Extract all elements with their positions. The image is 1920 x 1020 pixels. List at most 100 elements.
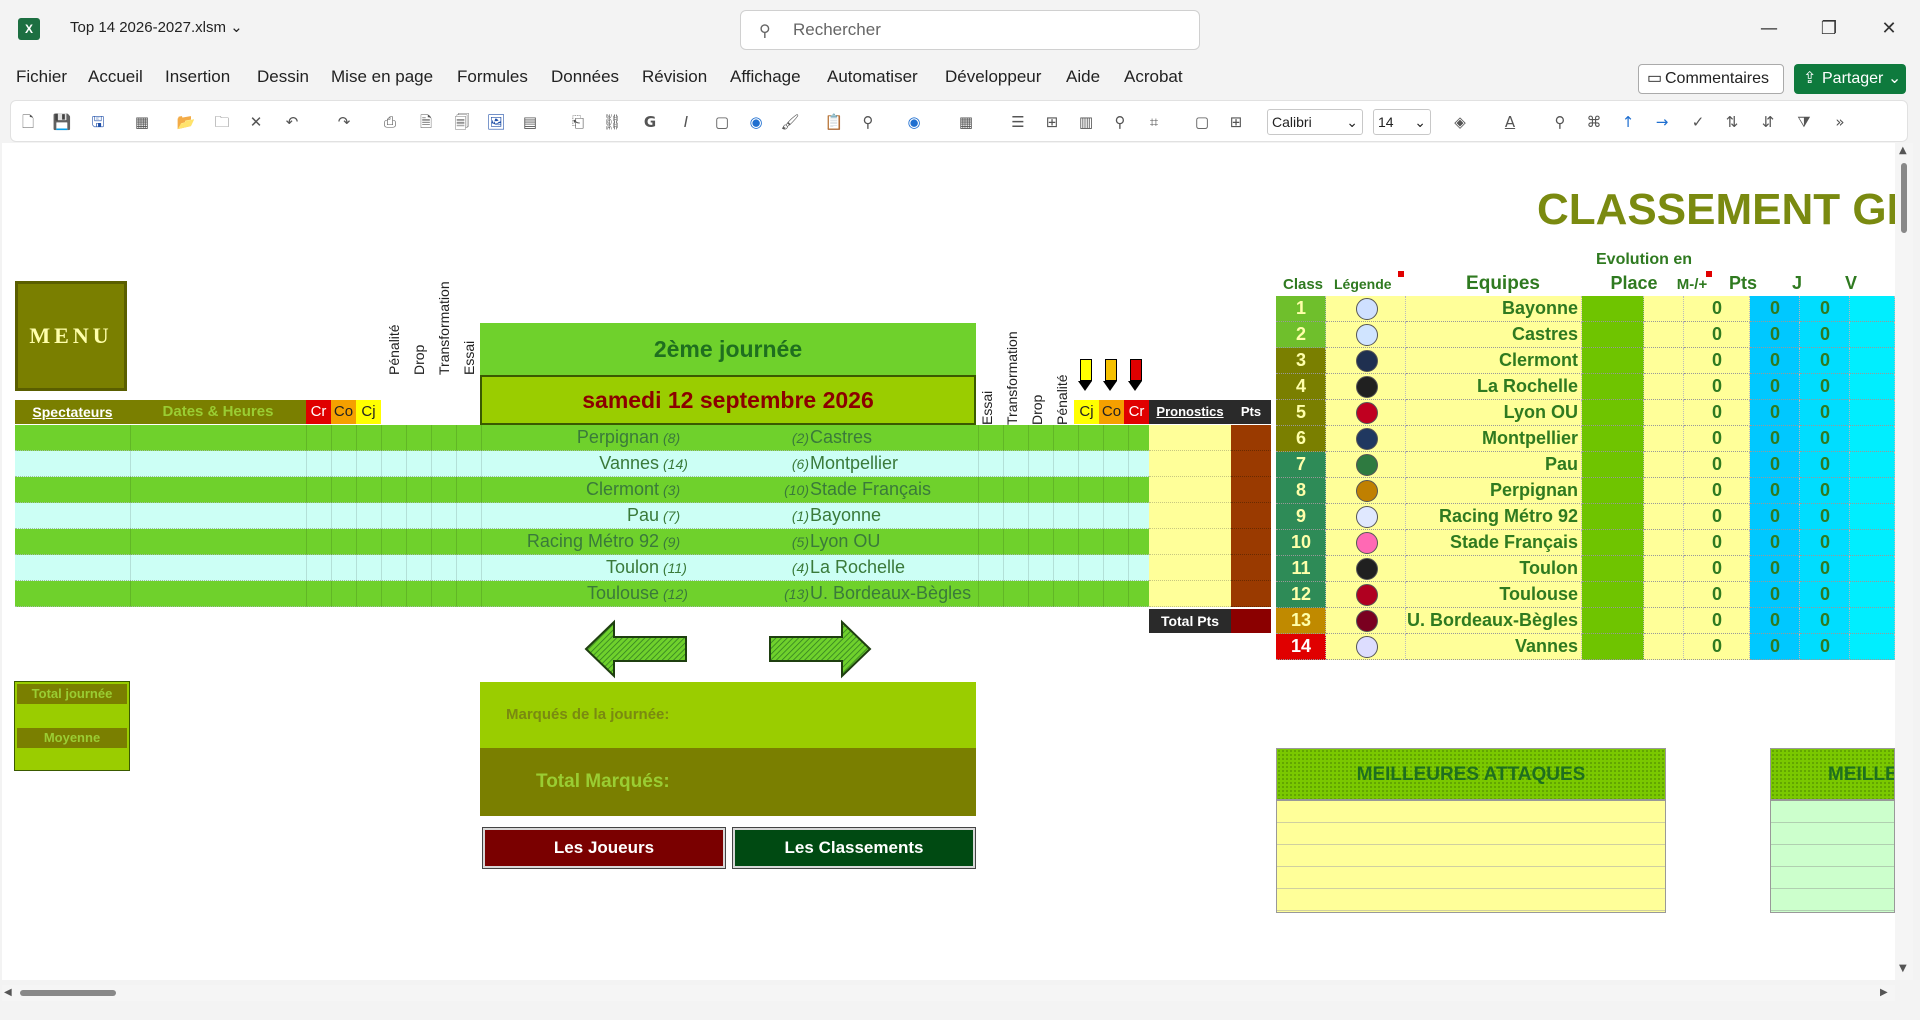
format-painter-icon[interactable]: 🖌	[779, 111, 801, 133]
image-icon[interactable]: 🖼	[485, 111, 507, 133]
menu-acrobat[interactable]: Acrobat	[1124, 67, 1183, 87]
folder-icon[interactable]: 🗀	[211, 111, 233, 133]
close-file-icon[interactable]: ✕	[245, 111, 267, 133]
menu-affichage[interactable]: Affichage	[730, 67, 801, 87]
clipboard-icon[interactable]: 📋	[823, 111, 845, 133]
zoom-icon[interactable]: ⚲	[1109, 111, 1131, 133]
more-icon[interactable]: »	[1829, 111, 1851, 133]
menu-dessin[interactable]: Dessin	[257, 67, 309, 87]
pronostic-cell[interactable]	[1149, 529, 1231, 555]
scroll-up-icon[interactable]: ▲	[1899, 145, 1907, 156]
scroll-left-icon[interactable]: ◀	[4, 987, 12, 998]
undo-icon[interactable]: ↶	[281, 111, 303, 133]
menu-formules[interactable]: Formules	[457, 67, 528, 87]
open-folder-icon[interactable]: 📂	[175, 111, 197, 133]
scroll-down-icon[interactable]: ▼	[1899, 963, 1907, 974]
standings-row[interactable]: 3 Clermont 0 0 0	[1276, 348, 1895, 374]
vertical-scroll-thumb[interactable]	[1901, 163, 1907, 233]
match-row[interactable]: Perpignan (8) (2) Castres	[15, 425, 1149, 451]
align-icon[interactable]: ☰	[1007, 111, 1029, 133]
horizontal-scroll-thumb[interactable]	[20, 990, 116, 996]
new-file-icon[interactable]: 🗋	[17, 111, 39, 133]
vertical-scrollbar[interactable]: ▲ ▼	[1895, 143, 1913, 980]
menu-revision[interactable]: Révision	[642, 67, 707, 87]
sort-desc-icon[interactable]: ⇵	[1757, 111, 1779, 133]
print-icon[interactable]: ⎙	[379, 111, 401, 133]
standings-row[interactable]: 14 Vannes 0 0 0	[1276, 634, 1895, 660]
fill-circle-icon[interactable]: ◉	[903, 111, 925, 133]
print-preview-icon[interactable]: 🗎	[415, 111, 437, 133]
font-size-select[interactable]: 14 ⌄	[1373, 109, 1431, 135]
standings-row[interactable]: 1 Bayonne 0 0 0	[1276, 296, 1895, 322]
menu-insertion[interactable]: Insertion	[165, 67, 230, 87]
next-arrow-icon[interactable]	[766, 619, 872, 679]
font-name-select[interactable]: Calibri ⌄	[1267, 109, 1363, 135]
standings-row[interactable]: 2 Castres 0 0 0	[1276, 322, 1895, 348]
font-color-icon[interactable]: A	[1499, 111, 1521, 133]
previous-arrow-icon[interactable]	[584, 619, 690, 679]
les-classements-button[interactable]: Les Classements	[732, 827, 976, 869]
menu-aide[interactable]: Aide	[1066, 67, 1100, 87]
pronostic-cell[interactable]	[1149, 555, 1231, 581]
italic-icon[interactable]: I	[675, 111, 697, 133]
freeze-icon[interactable]: ▥	[1075, 111, 1097, 133]
file-name[interactable]: Top 14 2026-2027.xlsm ⌄	[70, 18, 243, 36]
standings-row[interactable]: 10 Stade Français 0 0 0	[1276, 530, 1895, 556]
minimize-icon[interactable]: —	[1749, 14, 1789, 44]
standings-row[interactable]: 9 Racing Métro 92 0 0 0	[1276, 504, 1895, 530]
menu-automatiser[interactable]: Automatiser	[827, 67, 918, 87]
search-box[interactable]: ⚲ Rechercher	[740, 10, 1200, 50]
border-icon[interactable]: ▢	[1191, 111, 1213, 133]
pdf-icon[interactable]: 🗐	[451, 111, 473, 133]
match-row[interactable]: Racing Métro 92 (9) (5) Lyon OU	[15, 529, 1149, 555]
standings-row[interactable]: 8 Perpignan 0 0 0	[1276, 478, 1895, 504]
arrow-right-icon[interactable]: →	[1651, 111, 1673, 133]
grid-icon[interactable]: ▦	[131, 111, 153, 133]
match-row[interactable]: Vannes (14) (6) Montpellier	[15, 451, 1149, 477]
close-icon[interactable]: ✕	[1869, 14, 1909, 44]
save-icon[interactable]: 💾	[51, 111, 73, 133]
match-row[interactable]: Clermont (3) (10) Stade Français	[15, 477, 1149, 503]
pronostic-cell[interactable]	[1149, 425, 1231, 451]
search-tool-icon[interactable]: ⚲	[1549, 111, 1571, 133]
menu-donnees[interactable]: Données	[551, 67, 619, 87]
menu-developpeur[interactable]: Développeur	[945, 67, 1041, 87]
merge-icon[interactable]: ⊞	[1041, 111, 1063, 133]
menu-button[interactable]: MENU	[15, 281, 127, 391]
menu-mise-en-page[interactable]: Mise en page	[331, 67, 433, 87]
crop-icon[interactable]: ⌗	[1143, 111, 1165, 133]
standings-row[interactable]: 6 Montpellier 0 0 0	[1276, 426, 1895, 452]
filter-icon[interactable]: ⧩	[1793, 111, 1815, 133]
standings-row[interactable]: 11 Toulon 0 0 0	[1276, 556, 1895, 582]
match-row[interactable]: Toulon (11) (4) La Rochelle	[15, 555, 1149, 581]
hierarchy-icon[interactable]: ⌘	[1583, 111, 1605, 133]
shape-icon[interactable]: ◉	[745, 111, 767, 133]
save-as-icon[interactable]: 🖫	[87, 111, 109, 133]
text-box-icon[interactable]: ▢	[711, 111, 733, 133]
pronostic-cell[interactable]	[1149, 581, 1231, 607]
sort-asc-icon[interactable]: ⇅	[1721, 111, 1743, 133]
menu-accueil[interactable]: Accueil	[88, 67, 143, 87]
comments-button[interactable]: ▭ Commentaires	[1638, 64, 1784, 94]
pronostic-cell[interactable]	[1149, 503, 1231, 529]
standings-row[interactable]: 12 Toulouse 0 0 0	[1276, 582, 1895, 608]
find-icon[interactable]: ⚲	[857, 111, 879, 133]
calendar-icon[interactable]: ▦	[955, 111, 977, 133]
match-row[interactable]: Toulouse (12) (13) U. Bordeaux-Bègles	[15, 581, 1149, 607]
standings-row[interactable]: 13 U. Bordeaux-Bègles 0 0 0	[1276, 608, 1895, 634]
borders-icon[interactable]: ⊞	[1225, 111, 1247, 133]
bold-icon[interactable]: G	[639, 111, 661, 133]
redo-icon[interactable]: ↷	[333, 111, 355, 133]
menu-fichier[interactable]: Fichier	[16, 67, 67, 87]
les-joueurs-button[interactable]: Les Joueurs	[482, 827, 726, 869]
fill-color-icon[interactable]: ◈	[1449, 111, 1471, 133]
pronostic-cell[interactable]	[1149, 451, 1231, 477]
share-button[interactable]: ⇪ Partager ⌄	[1794, 64, 1906, 94]
link-icon[interactable]: ⛓	[601, 111, 623, 133]
restore-icon[interactable]: ❐	[1809, 14, 1849, 44]
standings-row[interactable]: 5 Lyon OU 0 0 0	[1276, 400, 1895, 426]
table-icon[interactable]: ▤	[519, 111, 541, 133]
arrow-up-icon[interactable]: ↑	[1617, 111, 1639, 133]
pronostic-cell[interactable]	[1149, 477, 1231, 503]
insert-icon[interactable]: ⎗	[567, 111, 589, 133]
